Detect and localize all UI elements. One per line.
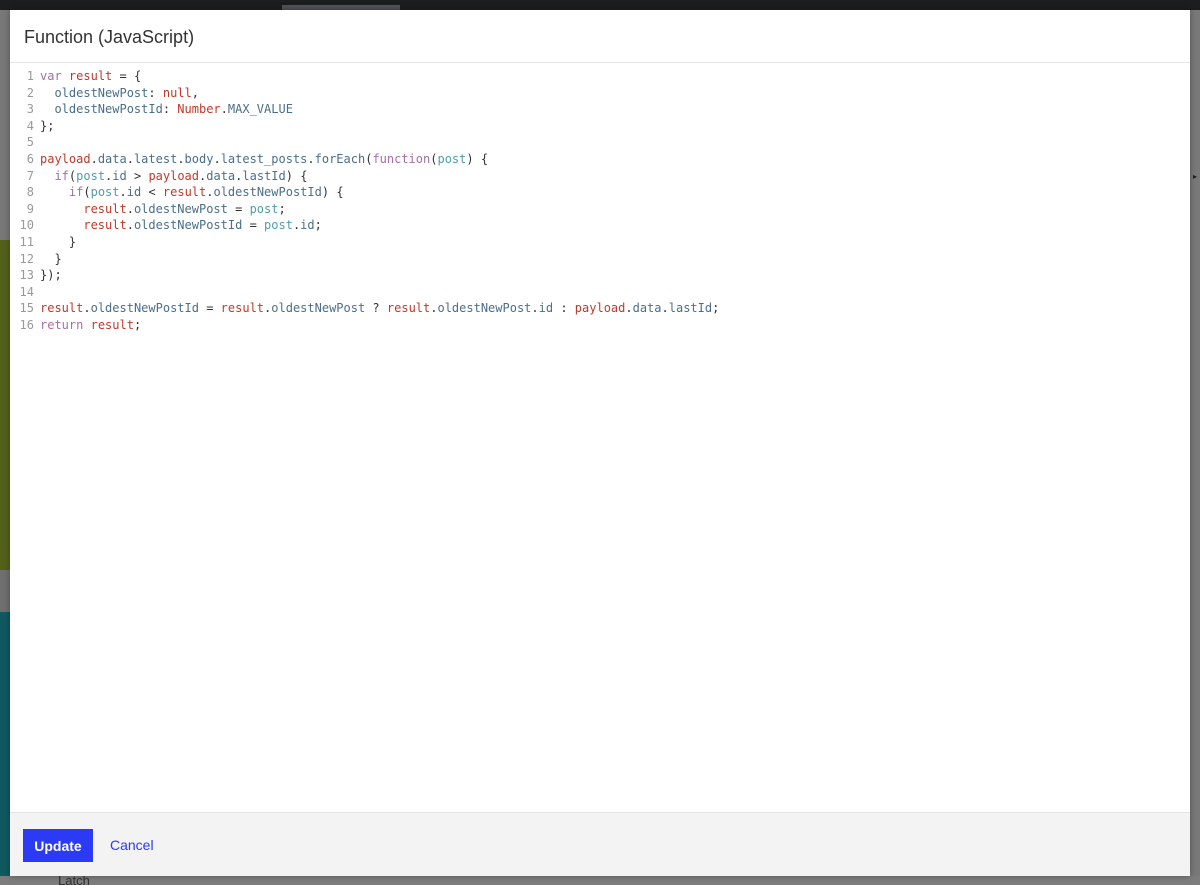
line-number: 13	[19, 268, 34, 283]
line-number: 7	[26, 168, 34, 183]
code-text[interactable]: }	[40, 234, 76, 251]
dialog-footer: Update Cancel	[10, 812, 1190, 876]
code-line[interactable]: 1 var result = {	[10, 68, 719, 85]
dialog-title: Function (JavaScript)	[24, 27, 195, 47]
code-line[interactable]: 16 return result;	[10, 317, 719, 334]
line-number: 9	[26, 201, 34, 216]
code-line[interactable]: 9 result.oldestNewPost = post;	[10, 201, 719, 218]
dialog-header: Function (JavaScript)	[10, 10, 1190, 63]
function-editor-dialog: Function (JavaScript) 1 var result = {2 o…	[10, 10, 1190, 876]
line-number: 1	[26, 69, 34, 83]
line-number: 4	[26, 118, 34, 133]
line-number: 5	[26, 135, 34, 150]
line-number: 16	[19, 317, 34, 332]
code-text[interactable]: if(post.id < result.oldestNewPostId) {	[40, 184, 344, 201]
code-text[interactable]: result.oldestNewPostId = post.id;	[40, 217, 322, 234]
code-line[interactable]: 10 result.oldestNewPostId = post.id;	[10, 217, 719, 234]
line-number: 14	[19, 284, 34, 299]
code-text[interactable]: return result;	[40, 317, 141, 334]
code-line[interactable]: 14	[10, 284, 719, 301]
code-lines[interactable]: 1 var result = {2 oldestNewPost: null, 3 o…	[10, 68, 720, 334]
code-line[interactable]: 2 oldestNewPost: null,	[10, 85, 719, 102]
code-text[interactable]: oldestNewPost: null,	[40, 85, 199, 102]
code-editor[interactable]: 1 var result = {2 oldestNewPost: null, 3 o…	[10, 64, 1190, 812]
code-text[interactable]: payload.data.latest.body.latest_posts.fo…	[40, 151, 488, 168]
code-text[interactable]: if(post.id > payload.data.lastId) {	[40, 168, 307, 185]
code-text[interactable]: oldestNewPostId: Number.MAX_VALUE	[40, 101, 292, 118]
code-line[interactable]: 3 oldestNewPostId: Number.MAX_VALUE	[10, 101, 719, 118]
code-line[interactable]: 13});	[10, 267, 719, 284]
line-number: 3	[26, 102, 34, 117]
line-number: 2	[26, 85, 34, 100]
code-text[interactable]: var result = {	[40, 68, 141, 85]
line-number: 12	[19, 251, 34, 266]
code-line[interactable]: 15 result.oldestNewPostId = result.oldest…	[10, 300, 720, 317]
code-text[interactable]: result.oldestNewPost = post;	[40, 201, 285, 218]
line-number: 6	[26, 151, 34, 166]
code-text[interactable]: });	[40, 267, 62, 284]
line-number: 15	[19, 301, 34, 316]
code-text[interactable]: };	[40, 118, 54, 135]
line-number: 8	[26, 185, 34, 200]
code-line[interactable]: 6 payload.data.latest.body.latest_posts.f…	[10, 151, 719, 168]
update-button[interactable]: Update	[23, 829, 93, 862]
code-line[interactable]: 5	[10, 134, 719, 151]
line-number: 11	[19, 234, 34, 249]
code-line[interactable]: 8 if(post.id < result.oldestNewPostId) {	[10, 184, 719, 201]
line-number: 10	[19, 218, 34, 233]
code-line[interactable]: 12 }	[10, 251, 719, 268]
code-text[interactable]: result.oldestNewPostId = result.oldestNe…	[40, 300, 719, 317]
code-line[interactable]: 11 }	[10, 234, 719, 251]
code-line[interactable]: 7 if(post.id > payload.data.lastId) {	[10, 168, 719, 185]
code-line[interactable]: 4};	[10, 118, 719, 135]
cancel-button[interactable]: Cancel	[110, 829, 154, 862]
code-text[interactable]: }	[40, 251, 61, 268]
